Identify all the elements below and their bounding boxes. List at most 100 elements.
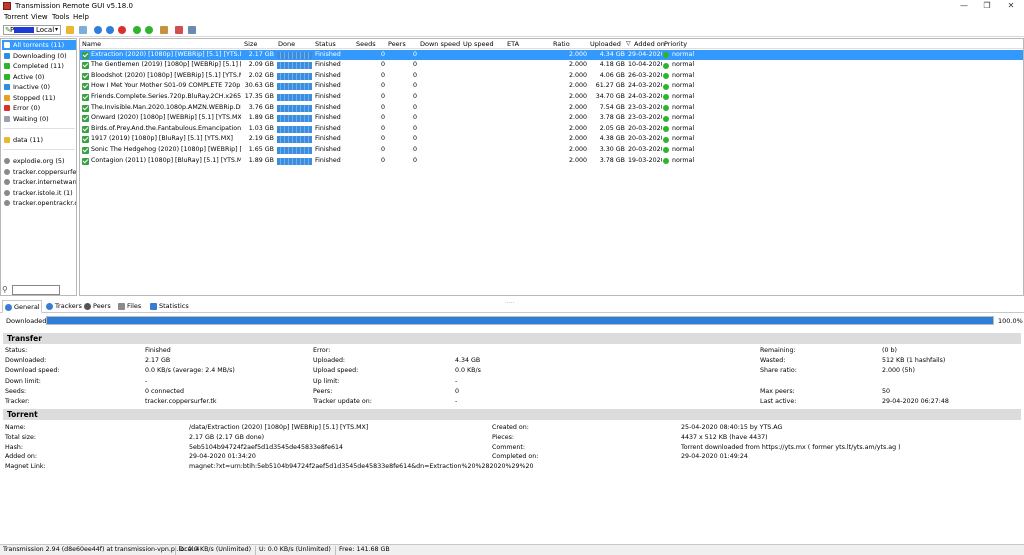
tab-statistics[interactable]: Statistics: [148, 300, 192, 313]
completed-icon: [82, 146, 89, 154]
redacted-block: [14, 27, 34, 33]
row-status: Finished: [315, 82, 341, 90]
row-seeds: 0: [380, 145, 385, 153]
window-title: Transmission Remote GUI v5.18.0: [15, 2, 133, 10]
connection-select[interactable]: ✎ P Local ▾: [3, 25, 61, 35]
table-row[interactable]: How I Met Your Mother S01-09 COMPLETE 72…: [80, 81, 1023, 92]
close-icon[interactable]: ✕: [999, 0, 1023, 12]
sidebar-item-tracker[interactable]: tracker.opentrackr.org: [2, 198, 76, 208]
sidebar-item-all[interactable]: All torrents (11): [2, 40, 76, 50]
free-space: Free: 141.68 GB: [339, 546, 390, 553]
sidebar-item-downloading[interactable]: Downloading (0): [2, 51, 76, 61]
start-icon[interactable]: [94, 26, 102, 34]
sidebar-item-inactive[interactable]: Inactive (0): [2, 82, 76, 92]
sidebar-item-folder-data[interactable]: data (11): [2, 135, 76, 145]
row-seeds: 0: [380, 82, 385, 90]
sidebar-item-active[interactable]: Active (0): [2, 72, 76, 82]
move-down-icon[interactable]: [145, 26, 153, 34]
row-size: 2.09 GB: [248, 61, 274, 69]
sidebar-item-tracker[interactable]: tracker.coppersurfer.tk: [2, 167, 76, 177]
torrent-list: Name Size Done Status Seeds Peers Down s…: [79, 38, 1024, 296]
detail-value: 0.0 KB/s: [455, 367, 481, 375]
tab-peers[interactable]: Peers: [82, 300, 114, 313]
col-priority[interactable]: Priority: [664, 40, 687, 48]
table-row[interactable]: Birds.of.Prey.And.the.Fantabulous.Emanci…: [80, 124, 1023, 135]
minimize-icon[interactable]: —: [952, 0, 976, 12]
table-row[interactable]: Contagion (2011) [1080p] [BluRay] [5.1] …: [80, 156, 1023, 167]
divider: [335, 546, 336, 555]
row-uploaded: 7.54 GB: [599, 103, 625, 111]
tab-files[interactable]: Files: [116, 300, 146, 313]
row-priority: normal: [672, 114, 695, 122]
tools-icon[interactable]: [175, 26, 183, 34]
row-size: 1.89 GB: [248, 114, 274, 122]
table-row[interactable]: The Gentlemen (2019) [1080p] [WEBRip] [5…: [80, 60, 1023, 71]
priority-icon: [663, 158, 669, 164]
turtle-icon[interactable]: [160, 26, 168, 34]
search-input[interactable]: [12, 285, 60, 295]
detail-value: 29-04-2020 01:49:24: [681, 453, 748, 461]
maximize-icon[interactable]: ❐: [975, 0, 999, 12]
col-down-speed[interactable]: Down speed: [420, 40, 460, 48]
col-seeds[interactable]: Seeds: [356, 40, 376, 48]
sidebar-item-tracker[interactable]: explodie.org (5): [2, 156, 76, 166]
sidebar-item-error[interactable]: Error (0): [2, 103, 76, 113]
row-seeds: 0: [380, 50, 385, 58]
col-eta[interactable]: ETA: [507, 40, 519, 48]
table-row[interactable]: The.Invisible.Man.2020.1080p.AMZN.WEBRip…: [80, 103, 1023, 114]
move-up-icon[interactable]: [133, 26, 141, 34]
row-name: The.Invisible.Man.2020.1080p.AMZN.WEBRip…: [91, 103, 241, 111]
tab-label: Peers: [93, 302, 111, 310]
tab-trackers[interactable]: Trackers: [44, 300, 82, 313]
detail-value: 50: [882, 387, 891, 395]
sidebar-item-tracker[interactable]: tracker.istole.it (1): [2, 188, 76, 198]
downloaded-progress: Downloaded: 100.0%: [0, 313, 1024, 329]
done-progress-fill: [277, 72, 312, 80]
download-rate[interactable]: D: 0.0 KB/s (Unlimited): [179, 546, 251, 553]
row-uploaded: 4.18 GB: [599, 61, 625, 69]
sidebar-item-completed[interactable]: Completed (11): [2, 61, 76, 71]
detail-value: Finished: [145, 347, 171, 354]
row-status: Finished: [315, 71, 341, 79]
detail-key: Peers:: [313, 387, 333, 395]
table-row[interactable]: 1917 (2019) [1080p] [BluRay] [5.1] [YTS.…: [80, 134, 1023, 145]
row-status: Finished: [315, 124, 341, 132]
col-up-speed[interactable]: Up speed: [463, 40, 494, 48]
settings-icon[interactable]: [188, 26, 196, 34]
table-row[interactable]: Onward (2020) [1080p] [WEBRip] [5.1] [YT…: [80, 113, 1023, 124]
detail-value: 4.34 GB: [455, 357, 481, 365]
upload-rate[interactable]: U: 0.0 KB/s (Unlimited): [259, 546, 331, 553]
tab-general[interactable]: General: [2, 300, 42, 313]
col-done[interactable]: Done: [278, 40, 295, 48]
add-link-icon[interactable]: [79, 26, 87, 34]
col-name[interactable]: Name: [82, 40, 101, 48]
menu-help[interactable]: Help: [73, 13, 89, 21]
sidebar-item-waiting[interactable]: Waiting (0): [2, 114, 76, 124]
sidebar-item-tracker[interactable]: tracker.internetwarrio: [2, 177, 76, 187]
table-row[interactable]: Sonic The Hedgehog (2020) [1080p] [WEBRi…: [80, 145, 1023, 156]
divider: [255, 546, 256, 555]
row-name: Birds.of.Prey.And.the.Fantabulous.Emanci…: [91, 124, 241, 132]
col-peers[interactable]: Peers: [388, 40, 406, 48]
table-row[interactable]: Extraction (2020) [1080p] [WEBRip] [5.1]…: [80, 49, 1023, 61]
col-status[interactable]: Status: [315, 40, 336, 48]
row-ratio: 2.000: [568, 82, 587, 90]
col-size[interactable]: Size: [244, 40, 257, 48]
col-added-on[interactable]: Added on: [634, 40, 665, 48]
menu-view[interactable]: View: [31, 13, 48, 21]
pause-icon[interactable]: [106, 26, 114, 34]
sidebar-item-stopped[interactable]: Stopped (11): [2, 93, 76, 103]
detail-key: Seeds:: [5, 387, 27, 395]
done-progress-fill: [277, 83, 312, 91]
sidebar-filter: All torrents (11) Downloading (0) Comple…: [0, 38, 77, 296]
menu-tools[interactable]: Tools: [52, 13, 69, 21]
table-row[interactable]: Friends.Complete.Series.720p.BluRay.2CH.…: [80, 92, 1023, 103]
row-added: 24-03-2020 1: [628, 82, 662, 90]
menu-torrent[interactable]: Torrent: [4, 13, 28, 21]
col-uploaded[interactable]: Uploaded: [590, 40, 621, 48]
col-ratio[interactable]: Ratio: [553, 40, 570, 48]
table-row[interactable]: Bloodshot (2020) [1080p] [WEBRip] [5.1] …: [80, 71, 1023, 82]
open-folder-icon[interactable]: [66, 26, 74, 34]
remove-icon[interactable]: [118, 26, 126, 34]
done-progress-fill: [277, 104, 312, 112]
